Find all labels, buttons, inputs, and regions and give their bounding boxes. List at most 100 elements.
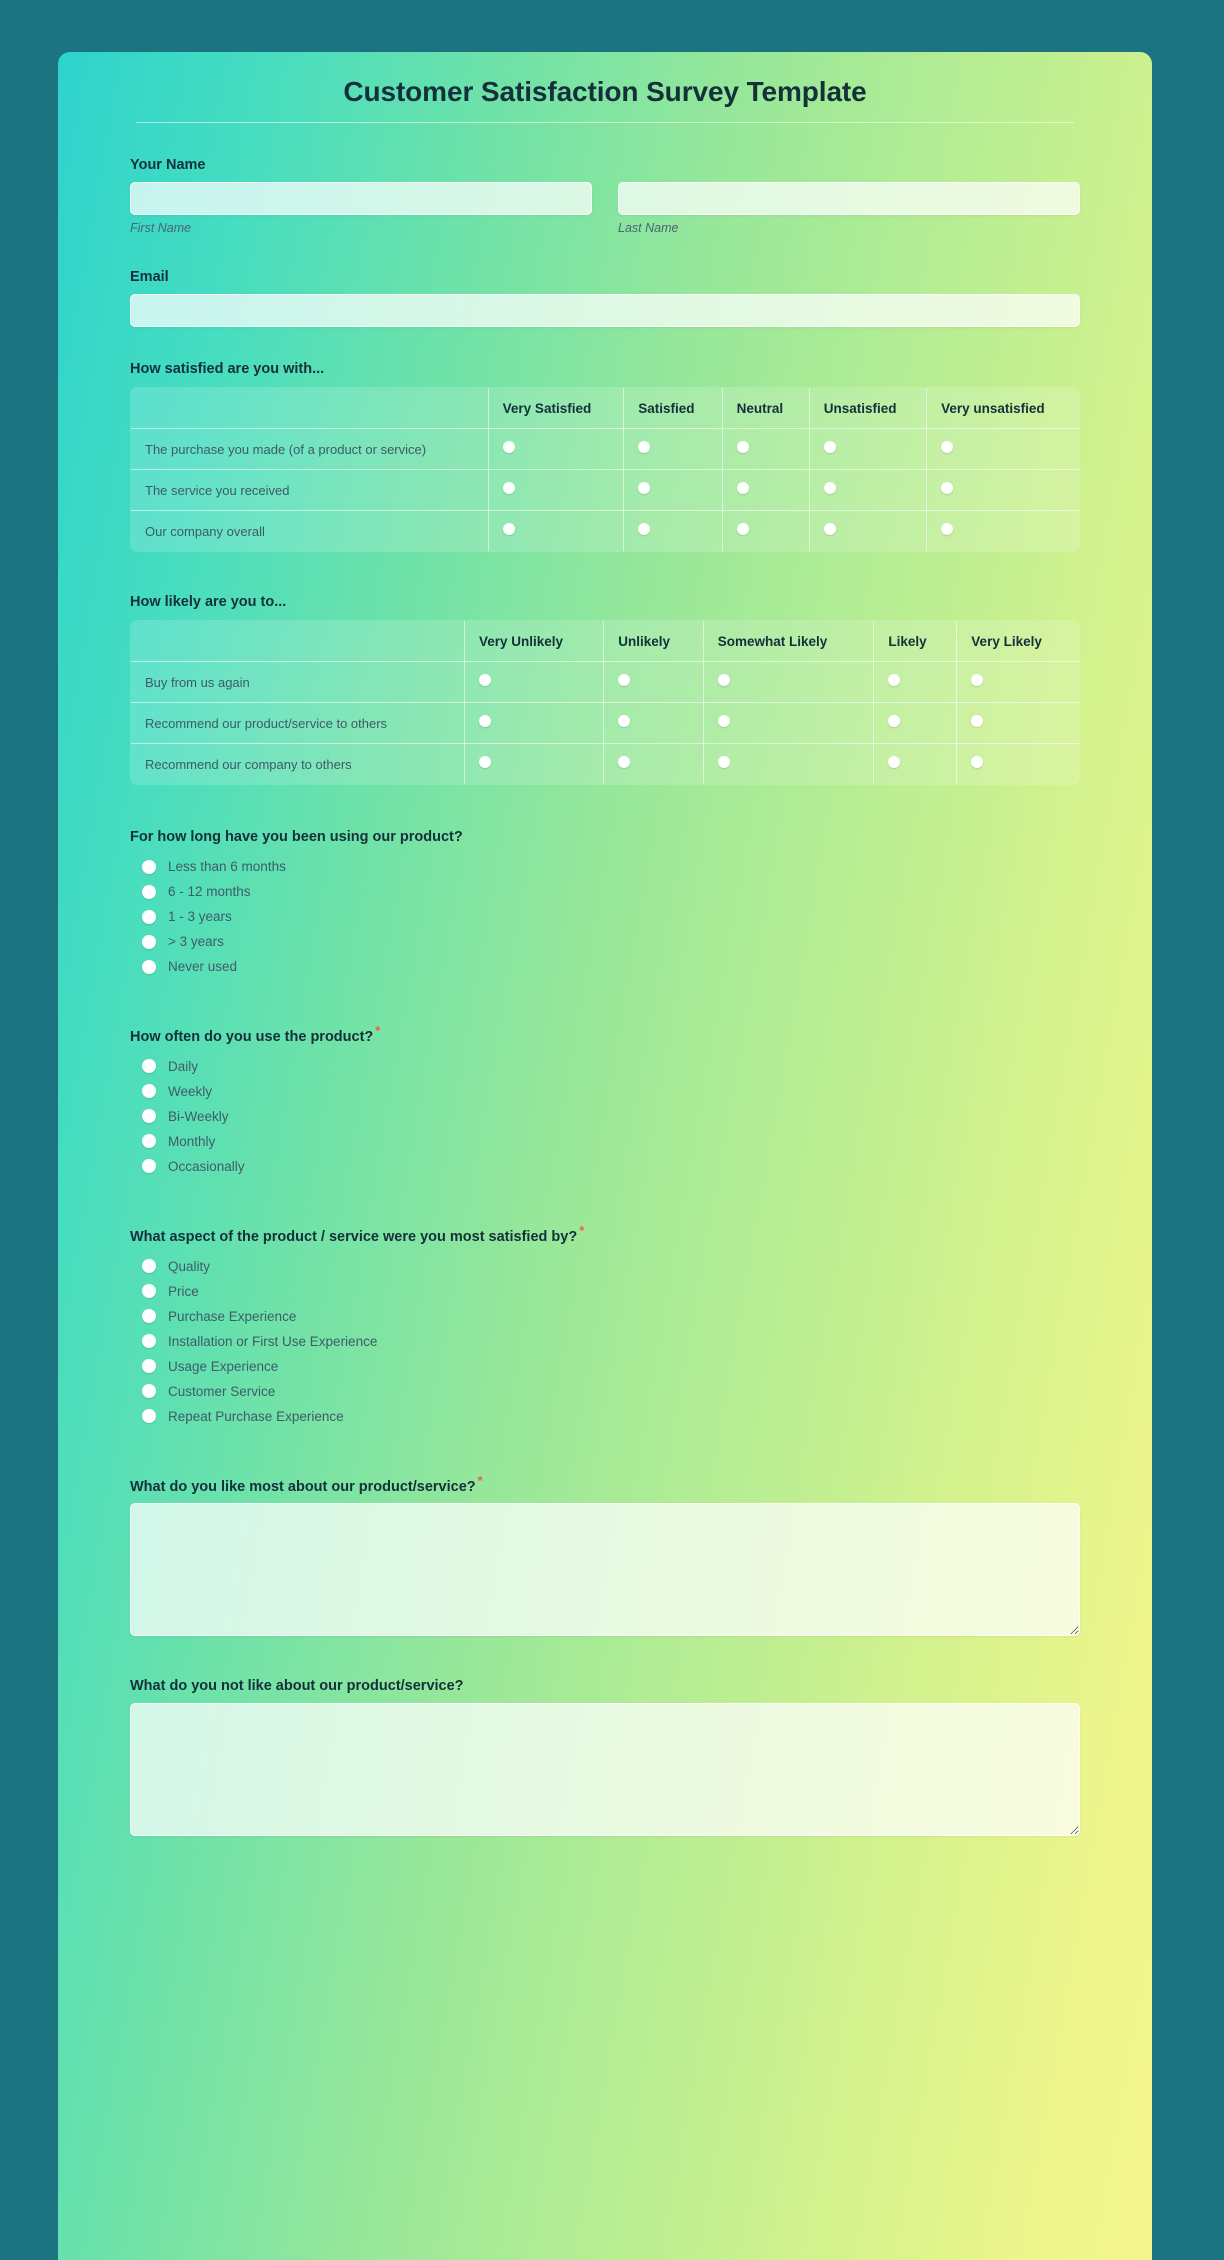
radio-button-icon[interactable]: [823, 523, 836, 535]
likelihood-radio-cell[interactable]: [463, 743, 605, 784]
radio-button-icon[interactable]: [142, 1109, 156, 1124]
likelihood-radio-cell[interactable]: [702, 661, 875, 703]
radio-button-icon[interactable]: [638, 523, 651, 535]
radio-button-icon[interactable]: [478, 715, 491, 727]
aspect-option[interactable]: Repeat Purchase Experience: [130, 1404, 1080, 1429]
satisfaction-radio-cell[interactable]: [623, 510, 723, 551]
likelihood-radio-cell[interactable]: [463, 702, 605, 744]
radio-button-icon[interactable]: [502, 523, 515, 535]
satisfaction-radio-cell[interactable]: [808, 469, 928, 511]
radio-button-icon[interactable]: [638, 441, 651, 453]
satisfaction-radio-cell[interactable]: [926, 510, 1079, 551]
radio-button-icon[interactable]: [888, 756, 901, 768]
radio-button-icon[interactable]: [888, 674, 901, 686]
satisfaction-radio-cell[interactable]: [808, 428, 928, 470]
likelihood-radio-cell[interactable]: [463, 661, 605, 703]
satisfaction-radio-cell[interactable]: [808, 510, 928, 551]
radio-button-icon[interactable]: [638, 482, 651, 494]
aspect-option[interactable]: Price: [130, 1279, 1080, 1304]
radio-button-icon[interactable]: [736, 523, 749, 535]
radio-button-icon[interactable]: [142, 1359, 156, 1374]
aspect-option[interactable]: Quality: [130, 1254, 1080, 1279]
satisfaction-radio-cell[interactable]: [623, 428, 723, 470]
frequency-option[interactable]: Bi-Weekly: [130, 1104, 1080, 1129]
aspect-option[interactable]: Purchase Experience: [130, 1304, 1080, 1329]
radio-button-icon[interactable]: [142, 1159, 156, 1174]
satisfaction-radio-cell[interactable]: [623, 469, 723, 511]
email-input[interactable]: [130, 294, 1080, 327]
duration-option[interactable]: Less than 6 months: [130, 854, 1080, 879]
radio-button-icon[interactable]: [142, 1284, 156, 1299]
radio-button-icon[interactable]: [502, 482, 515, 494]
radio-button-icon[interactable]: [736, 482, 749, 494]
aspect-option[interactable]: Installation or First Use Experience: [130, 1329, 1080, 1354]
likelihood-radio-cell[interactable]: [603, 743, 704, 784]
likelihood-radio-cell[interactable]: [956, 743, 1079, 784]
satisfaction-radio-cell[interactable]: [721, 469, 810, 511]
like-most-textarea[interactable]: [130, 1503, 1080, 1637]
likelihood-radio-cell[interactable]: [873, 661, 958, 703]
likelihood-radio-cell[interactable]: [603, 702, 704, 744]
radio-button-icon[interactable]: [823, 441, 836, 453]
duration-option[interactable]: Never used: [130, 954, 1080, 979]
required-asterisk-icon: *: [477, 1472, 483, 1488]
satisfaction-radio-cell[interactable]: [487, 428, 625, 470]
radio-button-icon[interactable]: [478, 756, 491, 768]
radio-button-icon[interactable]: [941, 441, 954, 453]
radio-button-icon[interactable]: [971, 715, 984, 727]
likelihood-radio-cell[interactable]: [956, 702, 1079, 744]
radio-button-icon[interactable]: [618, 674, 631, 686]
radio-button-icon[interactable]: [142, 959, 156, 974]
likelihood-radio-cell[interactable]: [873, 743, 958, 784]
radio-button-icon[interactable]: [717, 715, 730, 727]
satisfaction-radio-cell[interactable]: [926, 428, 1079, 470]
radio-button-icon[interactable]: [717, 674, 730, 686]
radio-button-icon[interactable]: [502, 441, 515, 453]
likelihood-radio-cell[interactable]: [603, 661, 704, 703]
aspect-option[interactable]: Usage Experience: [130, 1354, 1080, 1379]
radio-button-icon[interactable]: [618, 715, 631, 727]
radio-button-icon[interactable]: [478, 674, 491, 686]
radio-button-icon[interactable]: [142, 1334, 156, 1349]
likelihood-radio-cell[interactable]: [702, 702, 875, 744]
radio-button-icon[interactable]: [142, 1384, 156, 1399]
satisfaction-radio-cell[interactable]: [926, 469, 1079, 511]
last-name-input[interactable]: [618, 182, 1080, 215]
radio-button-icon[interactable]: [941, 482, 954, 494]
radio-button-icon[interactable]: [142, 884, 156, 899]
duration-option[interactable]: 1 - 3 years: [130, 904, 1080, 929]
likelihood-radio-cell[interactable]: [956, 661, 1079, 703]
satisfaction-radio-cell[interactable]: [487, 510, 625, 551]
frequency-option[interactable]: Monthly: [130, 1129, 1080, 1154]
frequency-option[interactable]: Daily: [130, 1054, 1080, 1079]
radio-button-icon[interactable]: [971, 756, 984, 768]
radio-button-icon[interactable]: [941, 523, 954, 535]
radio-button-icon[interactable]: [142, 934, 156, 949]
radio-button-icon[interactable]: [142, 859, 156, 874]
radio-button-icon[interactable]: [142, 1084, 156, 1099]
duration-option[interactable]: 6 - 12 months: [130, 879, 1080, 904]
radio-button-icon[interactable]: [142, 1059, 156, 1074]
radio-button-icon[interactable]: [888, 715, 901, 727]
radio-button-icon[interactable]: [142, 909, 156, 924]
satisfaction-radio-cell[interactable]: [487, 469, 625, 511]
radio-button-icon[interactable]: [142, 1259, 156, 1274]
likelihood-radio-cell[interactable]: [702, 743, 875, 784]
aspect-option[interactable]: Customer Service: [130, 1379, 1080, 1404]
radio-button-icon[interactable]: [736, 441, 749, 453]
frequency-option[interactable]: Weekly: [130, 1079, 1080, 1104]
radio-button-icon[interactable]: [823, 482, 836, 494]
likelihood-radio-cell[interactable]: [873, 702, 958, 744]
radio-button-icon[interactable]: [142, 1309, 156, 1324]
duration-option[interactable]: > 3 years: [130, 929, 1080, 954]
satisfaction-radio-cell[interactable]: [721, 510, 810, 551]
radio-button-icon[interactable]: [618, 756, 631, 768]
not-like-textarea[interactable]: [130, 1703, 1080, 1837]
radio-button-icon[interactable]: [717, 756, 730, 768]
first-name-input[interactable]: [130, 182, 592, 215]
radio-button-icon[interactable]: [142, 1409, 156, 1424]
satisfaction-radio-cell[interactable]: [721, 428, 810, 470]
radio-button-icon[interactable]: [142, 1134, 156, 1149]
frequency-option[interactable]: Occasionally: [130, 1154, 1080, 1179]
radio-button-icon[interactable]: [971, 674, 984, 686]
